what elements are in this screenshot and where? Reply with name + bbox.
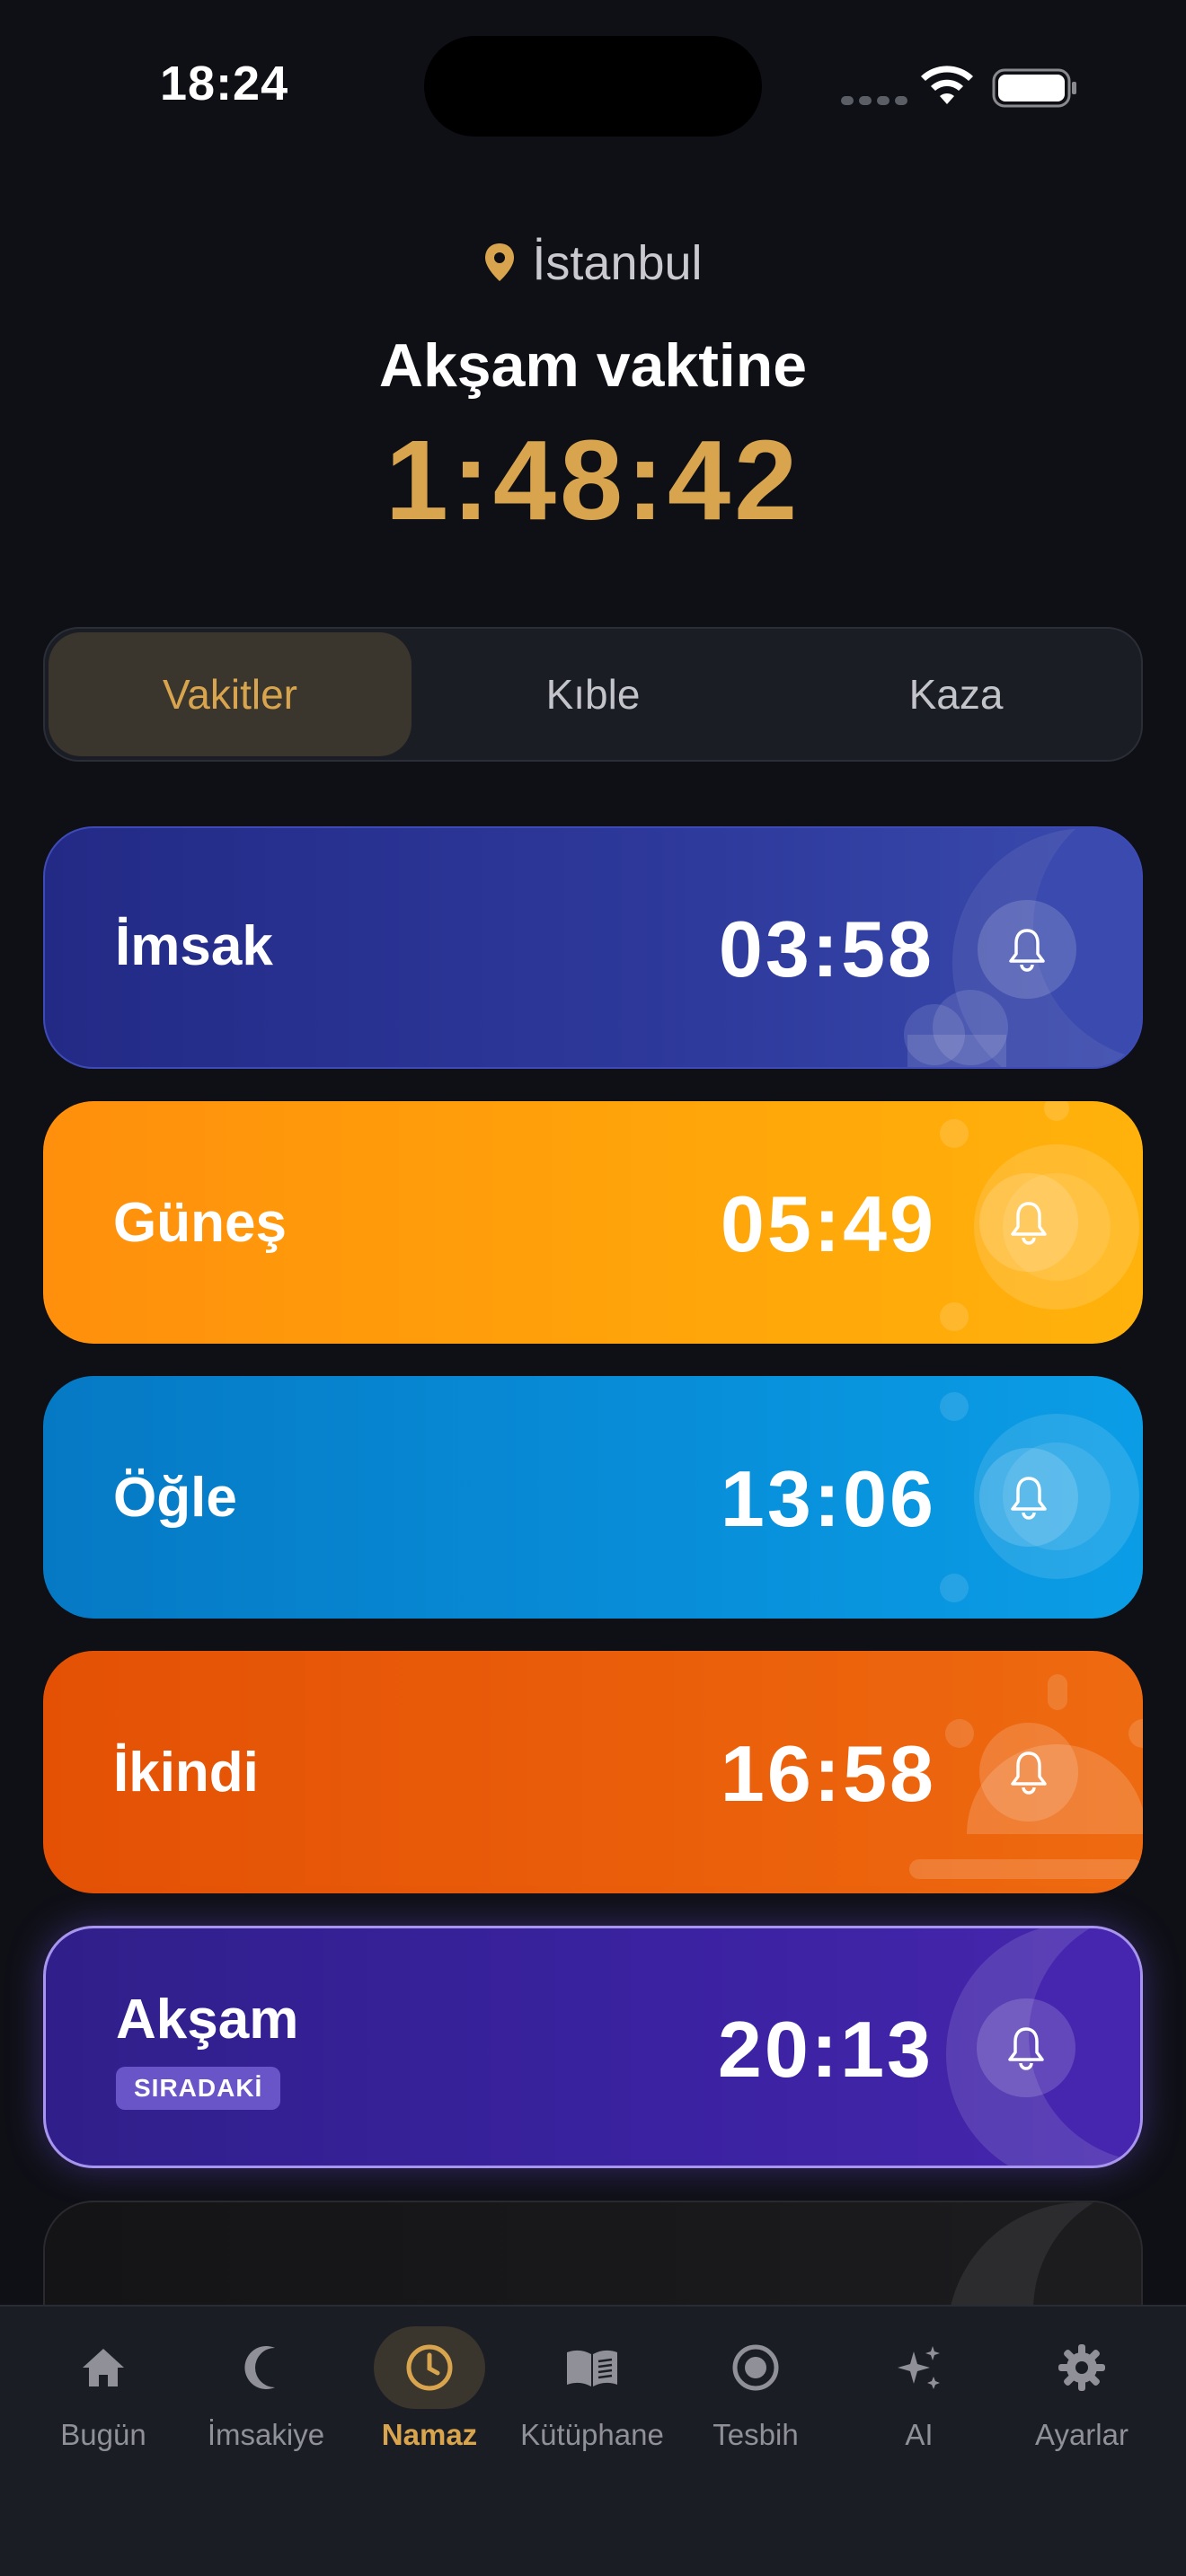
status-time: 18:24 — [160, 57, 289, 110]
battery-icon — [992, 68, 1076, 108]
bell-icon — [1011, 1477, 1047, 1520]
tab-bar: Bugün İmsakiye Namaz Kütüphane Tesbih AI — [0, 2305, 1186, 2576]
segmented-control: Vakitler Kıble Kaza — [43, 627, 1143, 762]
crescent-icon — [244, 2346, 275, 2389]
tab-ai[interactable]: AI — [838, 2326, 1000, 2488]
tab-kutuphane[interactable]: Kütüphane — [511, 2326, 673, 2488]
bell-button[interactable] — [979, 1448, 1078, 1547]
gear-icon — [1058, 2344, 1105, 2391]
prayer-name: Güneş — [113, 1192, 287, 1254]
bell-button[interactable] — [977, 1998, 1075, 2097]
prayer-time: 13:06 — [720, 1454, 936, 1543]
segment-kaza[interactable]: Kaza — [774, 632, 1137, 756]
tab-label: İmsakiye — [207, 2418, 325, 2451]
dynamic-island — [424, 36, 762, 137]
sparkles-icon — [898, 2346, 940, 2389]
prayer-name: İmsak — [115, 915, 273, 977]
tab-bugun[interactable]: Bugün — [22, 2326, 184, 2488]
prayer-time: 16:58 — [720, 1729, 936, 1818]
tab-tesbih[interactable]: Tesbih — [675, 2326, 836, 2488]
prayer-name: Öğle — [113, 1467, 237, 1529]
location-label[interactable]: İstanbul — [0, 235, 1186, 291]
wifi-icon — [921, 66, 973, 104]
tab-label: Kütüphane — [520, 2418, 664, 2451]
prayer-card-ikindi[interactable]: İkindi 16:58 — [43, 1651, 1143, 1893]
tab-imsakiye[interactable]: İmsakiye — [185, 2326, 347, 2488]
bell-button[interactable] — [979, 1723, 1078, 1822]
prayer-card-gunes[interactable]: Güneş 05:49 — [43, 1101, 1143, 1344]
tab-label: Tesbih — [712, 2418, 799, 2451]
countdown-timer: 1:48:42 — [385, 417, 801, 543]
next-prayer-badge: SIRADAKİ — [116, 2067, 281, 2110]
clock-icon — [406, 2344, 453, 2391]
bell-icon — [1011, 1202, 1047, 1245]
tab-ayarlar[interactable]: Ayarlar — [1001, 2326, 1163, 2488]
tab-label: Namaz — [381, 2418, 478, 2451]
tesbih-icon — [732, 2344, 779, 2391]
status-bar: 18:24 — [0, 0, 1186, 180]
prayer-card-ogle[interactable]: Öğle 13:06 — [43, 1376, 1143, 1619]
book-icon — [567, 2350, 617, 2386]
bell-button[interactable] — [978, 900, 1076, 999]
tab-label: Bugün — [60, 2418, 146, 2451]
location-pin-icon — [485, 243, 515, 281]
prayer-time: 03:58 — [718, 904, 934, 993]
location-name: İstanbul — [532, 236, 703, 290]
prayer-card-aksam[interactable]: Akşam SIRADAKİ 20:13 — [43, 1926, 1143, 2168]
bell-button[interactable] — [979, 1173, 1078, 1272]
tab-namaz[interactable]: Namaz — [349, 2326, 510, 2488]
segment-vakitler[interactable]: Vakitler — [49, 632, 412, 756]
prayer-time: 20:13 — [717, 2005, 934, 2094]
tab-label: AI — [905, 2418, 934, 2451]
countdown-label: Akşam vaktine — [378, 331, 808, 400]
cellular-signal-icon — [841, 93, 913, 110]
prayer-name: İkindi — [113, 1742, 259, 1804]
segment-kible[interactable]: Kıble — [412, 632, 774, 756]
tab-label: Ayarlar — [1035, 2418, 1128, 2451]
bell-icon — [1008, 2027, 1044, 2070]
prayer-name: Akşam — [116, 1989, 299, 2051]
home-icon — [83, 2349, 124, 2386]
bell-icon — [1011, 1751, 1047, 1795]
prayer-card-imsak[interactable]: İmsak 03:58 — [43, 826, 1143, 1069]
prayer-time: 05:49 — [720, 1179, 936, 1268]
bell-icon — [1009, 929, 1045, 972]
